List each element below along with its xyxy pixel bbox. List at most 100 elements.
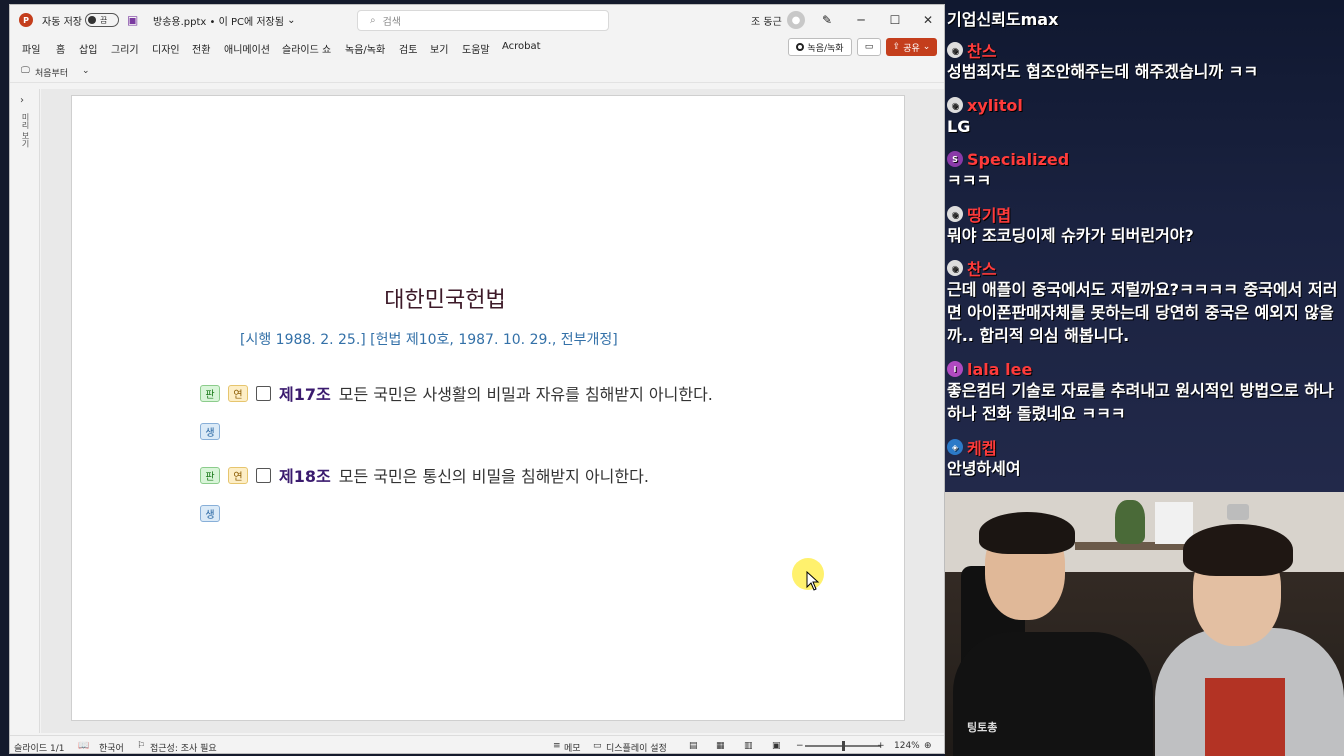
slide-title[interactable]: 대한민국헌법	[72, 282, 818, 314]
user-avatar-icon: ◉	[947, 42, 963, 58]
yeon-tag[interactable]: 연	[228, 466, 248, 484]
plant	[1115, 500, 1145, 544]
zoom-out-icon[interactable]: −	[796, 741, 804, 751]
article-text: 모든 국민은 통신의 비밀을 침해받지 아니한다.	[338, 467, 649, 486]
slide-subtitle[interactable]: [시행 1988. 2. 25.] [헌법 제10호, 1987. 10. 29…	[240, 329, 618, 349]
tab-acrobat[interactable]: Acrobat	[502, 41, 541, 52]
slide-canvas: 대한민국헌법 [시행 1988. 2. 25.] [헌법 제10호, 1987.…	[41, 89, 944, 733]
chat-message: 기업신뢰도max	[947, 8, 1341, 31]
ribbon-tabs: 파일 홈 삽입 그리기 디자인 전환 애니메이션 슬라이드 쇼 녹음/녹화 검토…	[10, 37, 944, 59]
slide-count[interactable]: 슬라이드 1/1	[14, 741, 64, 753]
chat-username[interactable]: 케켑	[967, 435, 996, 459]
tab-insert[interactable]: 삽입	[79, 41, 97, 56]
shirt-logo: 팅토총	[967, 721, 998, 734]
chat-username[interactable]: 띵기몁	[967, 202, 1011, 226]
camera-device	[1227, 504, 1249, 520]
share-button[interactable]: ⇪ 공유 ⌄	[886, 38, 937, 56]
chat-text: 뭐야 조코딩이제 슈카가 되버린거야?	[947, 226, 1194, 245]
pan-tag[interactable]: 판	[200, 384, 220, 402]
display-settings-button[interactable]: 디스플레이 설정	[606, 741, 667, 753]
pen-icon[interactable]: ✎	[822, 5, 832, 35]
tab-view[interactable]: 보기	[430, 41, 448, 56]
yeon-tag[interactable]: 연	[228, 384, 248, 402]
chat-username[interactable]: lala lee	[967, 360, 1032, 379]
article-checkbox[interactable]	[256, 467, 271, 483]
chat-message: l lala lee 좋은컴터 기술로 자료를 추려내고 원시적인 방법으로 하나…	[947, 359, 1341, 425]
comment-icon: ▭	[864, 42, 874, 52]
pan-tag[interactable]: 판	[200, 466, 220, 484]
chat-message: ◉ xylitol LG	[947, 95, 1341, 138]
chat-text: 근데 애플이 중국에서도 저럴까요?ㅋㅋㅋㅋ 중국에서 저러면 아이폰판매자체를…	[947, 280, 1338, 345]
chat-username[interactable]: xylitol	[967, 96, 1023, 115]
article-checkbox[interactable]	[256, 385, 271, 401]
maximize-icon[interactable]: ☐	[878, 5, 912, 35]
article-text: 모든 국민은 사생활의 비밀과 자유를 침해받지 아니한다.	[338, 385, 713, 404]
tab-animations[interactable]: 애니메이션	[224, 41, 270, 56]
chevron-down-icon: ⌄	[922, 42, 931, 52]
person-right-shirt	[1205, 678, 1285, 756]
minimize-icon[interactable]: ─	[844, 5, 878, 35]
slideshow-icon: 🖵	[21, 66, 30, 76]
chat-username[interactable]: 찬스	[967, 256, 996, 280]
tab-home[interactable]: 홈	[56, 41, 65, 56]
thumbnail-pane-label: 미리 보기	[21, 113, 30, 148]
slide[interactable]: 대한민국헌법 [시행 1988. 2. 25.] [헌법 제10호, 1987.…	[71, 95, 905, 721]
tab-file[interactable]: 파일	[22, 41, 40, 56]
status-bar: 슬라이드 1/1 📖 한국어 ⚐ 접근성: 조사 필요 ≡ 메모 ▭ 디스플레이…	[10, 735, 944, 753]
zoom-slider-thumb[interactable]	[842, 741, 845, 751]
search-icon: ⌕	[370, 15, 376, 26]
chat-text: 안녕하세여	[947, 459, 1021, 478]
accessibility-icon: ⚐	[137, 741, 146, 751]
record-icon	[796, 43, 805, 51]
comments-button[interactable]: ▭	[857, 38, 881, 56]
save-icon[interactable]: ▣	[127, 5, 138, 35]
language[interactable]: 한국어	[99, 741, 124, 753]
search-box[interactable]: ⌕ 검색	[357, 10, 609, 31]
tab-record[interactable]: 녹음/녹화	[345, 41, 385, 56]
award-box	[1155, 502, 1193, 544]
chat-username[interactable]: Specialized	[967, 150, 1069, 169]
chat-text: ㅋㅋㅋ	[947, 171, 992, 190]
record-button[interactable]: 녹음/녹화	[788, 38, 852, 56]
article-row: 판 연 제18조 모든 국민은 통신의 비밀을 침해받지 아니한다.	[200, 465, 649, 486]
accessibility-status[interactable]: 접근성: 조사 필요	[150, 741, 217, 753]
saeng-tag[interactable]: 생	[200, 505, 220, 522]
customize-icon[interactable]: ⌄	[82, 66, 90, 76]
file-title[interactable]: 방송용.pptx • 이 PC에 저장됨 ⌄	[153, 5, 296, 35]
reading-view-icon[interactable]: ▥	[744, 741, 753, 751]
saeng-tag[interactable]: 생	[200, 423, 220, 440]
notes-button[interactable]: 메모	[564, 741, 581, 753]
chat-username[interactable]: 찬스	[967, 38, 996, 62]
article-number: 제18조	[279, 467, 331, 486]
powerpoint-window: P 자동 저장 끔 ▣ 방송용.pptx • 이 PC에 저장됨 ⌄ ⌕ 검색 …	[9, 4, 945, 754]
tab-review[interactable]: 검토	[399, 41, 417, 56]
zoom-level[interactable]: 124%	[894, 741, 920, 751]
tab-draw[interactable]: 그리기	[111, 41, 139, 56]
tab-design[interactable]: 디자인	[152, 41, 180, 56]
slide-sorter-icon[interactable]: ▦	[716, 741, 725, 751]
user-name[interactable]: 조 동근	[751, 5, 782, 35]
slideshow-view-icon[interactable]: ▣	[772, 741, 781, 751]
autosave-label: 자동 저장	[42, 16, 82, 28]
avatar[interactable]: ●	[787, 11, 805, 29]
tab-transitions[interactable]: 전환	[192, 41, 210, 56]
from-start-button[interactable]: 처음부터	[35, 66, 68, 79]
chat-text: 기업신뢰도max	[947, 10, 1059, 29]
spellcheck-icon[interactable]: 📖	[78, 741, 89, 751]
display-icon: ▭	[593, 741, 602, 751]
fit-slide-icon[interactable]: ⊕	[924, 741, 932, 751]
tab-help[interactable]: 도움말	[462, 41, 490, 56]
powerpoint-logo-icon: P	[19, 13, 33, 27]
tab-slideshow[interactable]: 슬라이드 쇼	[282, 41, 331, 56]
notes-icon: ≡	[553, 741, 561, 751]
chat-message: ◉ 찬스 근데 애플이 중국에서도 저럴까요?ㅋㅋㅋㅋ 중국에서 저러면 아이폰판…	[947, 258, 1341, 347]
chevron-right-icon[interactable]: ›	[20, 95, 24, 106]
close-icon[interactable]: ✕	[911, 5, 944, 35]
chat-panel: 기업신뢰도max ◉ 찬스 성범죄자도 협조안해주는데 해주겠습니까 ㅋㅋ ◉ xy…	[945, 0, 1344, 492]
user-avatar-icon: ◉	[947, 206, 963, 222]
chat-text: 좋은컴터 기술로 자료를 추려내고 원시적인 방법으로 하나하나 전화 돌렸네요…	[947, 381, 1334, 423]
autosave-toggle[interactable]: 끔	[85, 13, 119, 27]
zoom-in-icon[interactable]: +	[877, 741, 885, 751]
normal-view-icon[interactable]: ▤	[689, 741, 698, 751]
quick-access-bar: 🖵 처음부터 ⌄	[10, 61, 944, 83]
